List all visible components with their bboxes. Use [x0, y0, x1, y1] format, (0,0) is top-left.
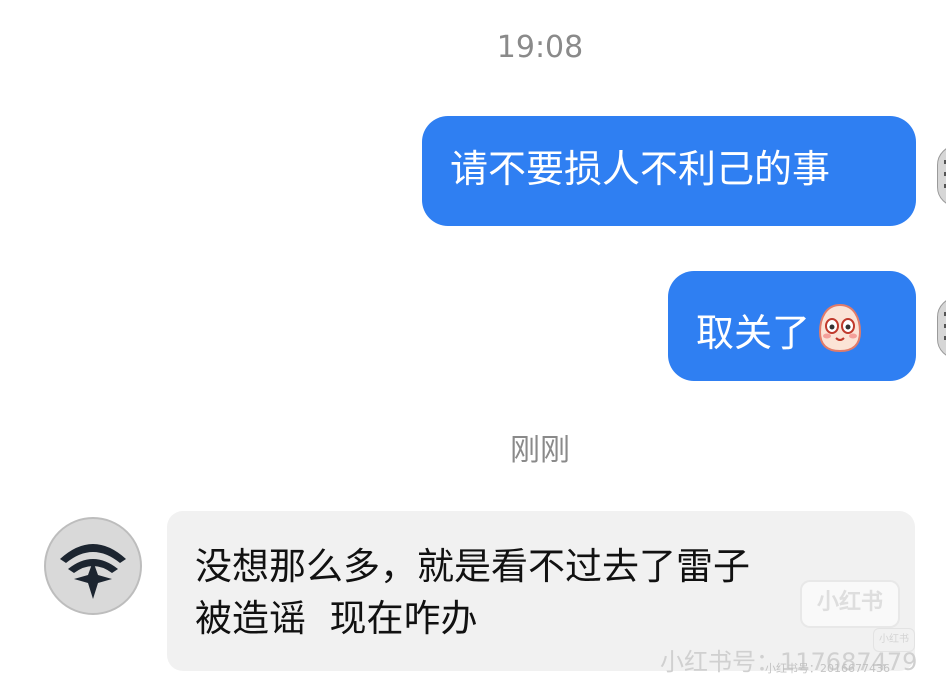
- blushing-face-emoji-icon: [814, 302, 866, 354]
- timestamp-1908: 19:08: [496, 30, 584, 65]
- outgoing-message-text-2: 取关了: [696, 311, 811, 355]
- incoming-message-line-1: 没想那么多，就是看不过去了雷子: [195, 545, 750, 588]
- contact-avatar-logo-icon: [60, 544, 126, 599]
- timestamp-just-now: 刚刚: [510, 433, 570, 468]
- outgoing-message-bubble-2[interactable]: 取关了: [668, 271, 916, 381]
- xiaohongshu-watermark-id-small: 小红书号：2016677436: [765, 662, 890, 675]
- outgoing-message-text-1: 请不要损人不利己的事: [450, 147, 831, 191]
- my-avatar-1[interactable]: [937, 145, 946, 207]
- outgoing-message-bubble-1[interactable]: 请不要损人不利己的事: [422, 116, 916, 226]
- xiaohongshu-watermark-logo: 小红书: [800, 580, 900, 628]
- incoming-message-line-2: 被造谣 现在咋办: [195, 597, 478, 640]
- contact-avatar[interactable]: [44, 517, 142, 615]
- my-avatar-2[interactable]: [937, 297, 946, 359]
